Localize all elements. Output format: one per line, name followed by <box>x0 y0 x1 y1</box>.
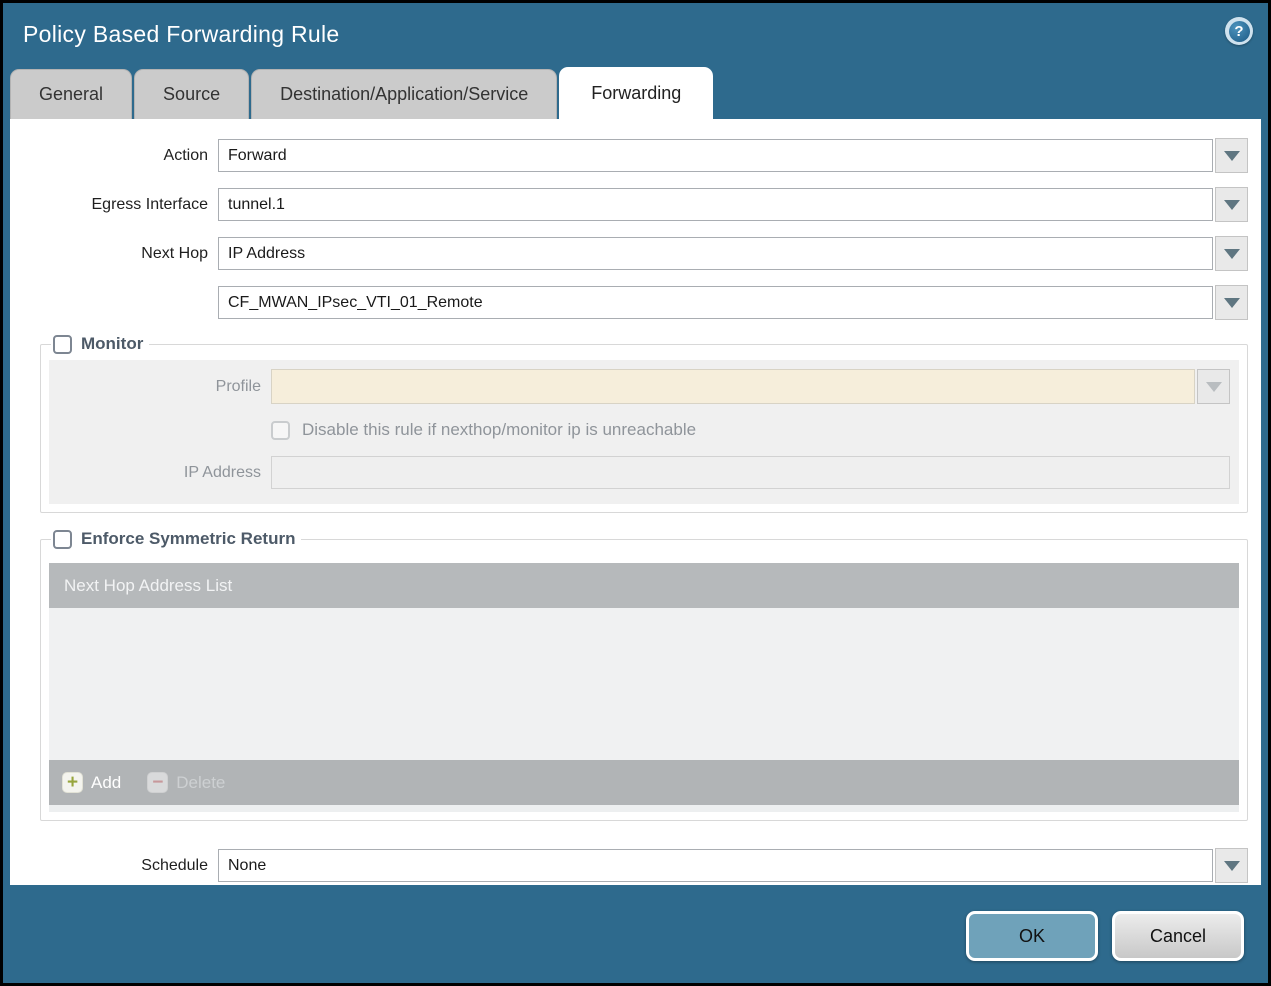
tab-source[interactable]: Source <box>134 69 250 119</box>
tab-general[interactable]: General <box>10 69 133 119</box>
schedule-label: Schedule <box>141 856 208 874</box>
monitor-checkbox[interactable] <box>53 334 72 354</box>
next-hop-address-input[interactable]: CF_MWAN_IPsec_VTI_01_Remote <box>218 286 1213 319</box>
monitor-legend: Monitor <box>51 334 149 354</box>
monitor-group: Monitor Profile Disable this rule if nex… <box>40 334 1248 513</box>
chevron-down-icon <box>1223 297 1240 308</box>
ok-button[interactable]: OK <box>966 911 1098 961</box>
egress-interface-label: Egress Interface <box>91 195 209 213</box>
table-body-empty[interactable] <box>49 608 1239 760</box>
help-button[interactable]: ? <box>1225 17 1253 45</box>
egress-interface-row: Egress Interface tunnel.1 <box>10 187 1248 222</box>
schedule-input[interactable]: None <box>218 849 1213 882</box>
tab-content-forwarding: Action Forward Egress Interface tunnel.1… <box>10 119 1261 885</box>
cancel-button[interactable]: Cancel <box>1112 911 1244 961</box>
next-hop-row: Next Hop IP Address <box>10 236 1248 271</box>
monitor-ip-address-input <box>271 456 1230 489</box>
tab-destination-application-service[interactable]: Destination/Application/Service <box>251 69 558 119</box>
table-bottom-strip <box>49 805 1239 812</box>
enforce-symmetric-return-legend: Enforce Symmetric Return <box>51 529 301 549</box>
chevron-down-icon <box>1223 860 1240 871</box>
next-hop-type-input[interactable]: IP Address <box>218 237 1213 270</box>
delete-button: − Delete <box>147 772 225 793</box>
chevron-down-icon <box>1223 150 1240 161</box>
plus-icon: + <box>62 772 83 793</box>
monitor-ip-address-row: IP Address <box>49 456 1230 489</box>
monitor-legend-label: Monitor <box>81 334 144 353</box>
screenshot-root: Policy Based Forwarding Rule ? General S… <box>0 0 1271 986</box>
enforce-symmetric-return-checkbox[interactable] <box>53 529 72 549</box>
next-hop-label: Next Hop <box>141 244 208 262</box>
schedule-dropdown-button[interactable] <box>1215 848 1248 883</box>
delete-button-label: Delete <box>176 772 226 792</box>
chevron-down-icon <box>1223 199 1240 210</box>
egress-interface-dropdown-button[interactable] <box>1215 187 1248 222</box>
dialog-policy-based-forwarding-rule: Policy Based Forwarding Rule ? General S… <box>3 3 1268 983</box>
chevron-down-icon <box>1223 248 1240 259</box>
disable-rule-label: Disable this rule if nexthop/monitor ip … <box>302 420 697 439</box>
schedule-row: Schedule None <box>10 848 1248 883</box>
minus-icon: − <box>147 772 169 793</box>
profile-input <box>271 369 1195 404</box>
disable-rule-row: Disable this rule if nexthop/monitor ip … <box>271 420 1230 440</box>
dialog-footer: OK Cancel <box>3 885 1268 983</box>
egress-interface-input[interactable]: tunnel.1 <box>218 188 1213 221</box>
next-hop-dropdown-button[interactable] <box>1215 236 1248 271</box>
action-label: Action <box>163 146 208 164</box>
chevron-down-icon <box>1205 381 1222 392</box>
profile-row: Profile <box>49 369 1230 404</box>
disable-rule-checkbox <box>271 420 290 440</box>
table-toolbar: + Add − Delete <box>49 760 1239 805</box>
profile-dropdown-button <box>1197 369 1230 404</box>
next-hop-address-list-table: Next Hop Address List + Add − Delete <box>49 563 1239 812</box>
table-column-header: Next Hop Address List <box>49 563 1239 608</box>
action-dropdown-button[interactable] <box>1215 138 1248 173</box>
enforce-symmetric-return-legend-label: Enforce Symmetric Return <box>81 529 296 548</box>
next-hop-address-row: CF_MWAN_IPsec_VTI_01_Remote <box>10 285 1248 320</box>
enforce-symmetric-return-group: Enforce Symmetric Return Next Hop Addres… <box>40 529 1248 821</box>
dialog-title: Policy Based Forwarding Rule <box>23 20 340 47</box>
tab-bar: General Source Destination/Application/S… <box>3 67 1268 119</box>
monitor-ip-address-label: IP Address <box>183 463 261 481</box>
action-row: Action Forward <box>10 138 1248 173</box>
tab-forwarding[interactable]: Forwarding <box>559 67 714 119</box>
titlebar: Policy Based Forwarding Rule ? <box>3 3 1268 51</box>
next-hop-address-dropdown-button[interactable] <box>1215 285 1248 320</box>
monitor-panel: Profile Disable this rule if nexthop/mon… <box>49 360 1239 504</box>
add-button-label: Add <box>91 772 122 792</box>
add-button[interactable]: + Add <box>62 772 121 793</box>
profile-label: Profile <box>215 377 261 395</box>
help-icon: ? <box>1228 20 1250 42</box>
action-input[interactable]: Forward <box>218 139 1213 172</box>
